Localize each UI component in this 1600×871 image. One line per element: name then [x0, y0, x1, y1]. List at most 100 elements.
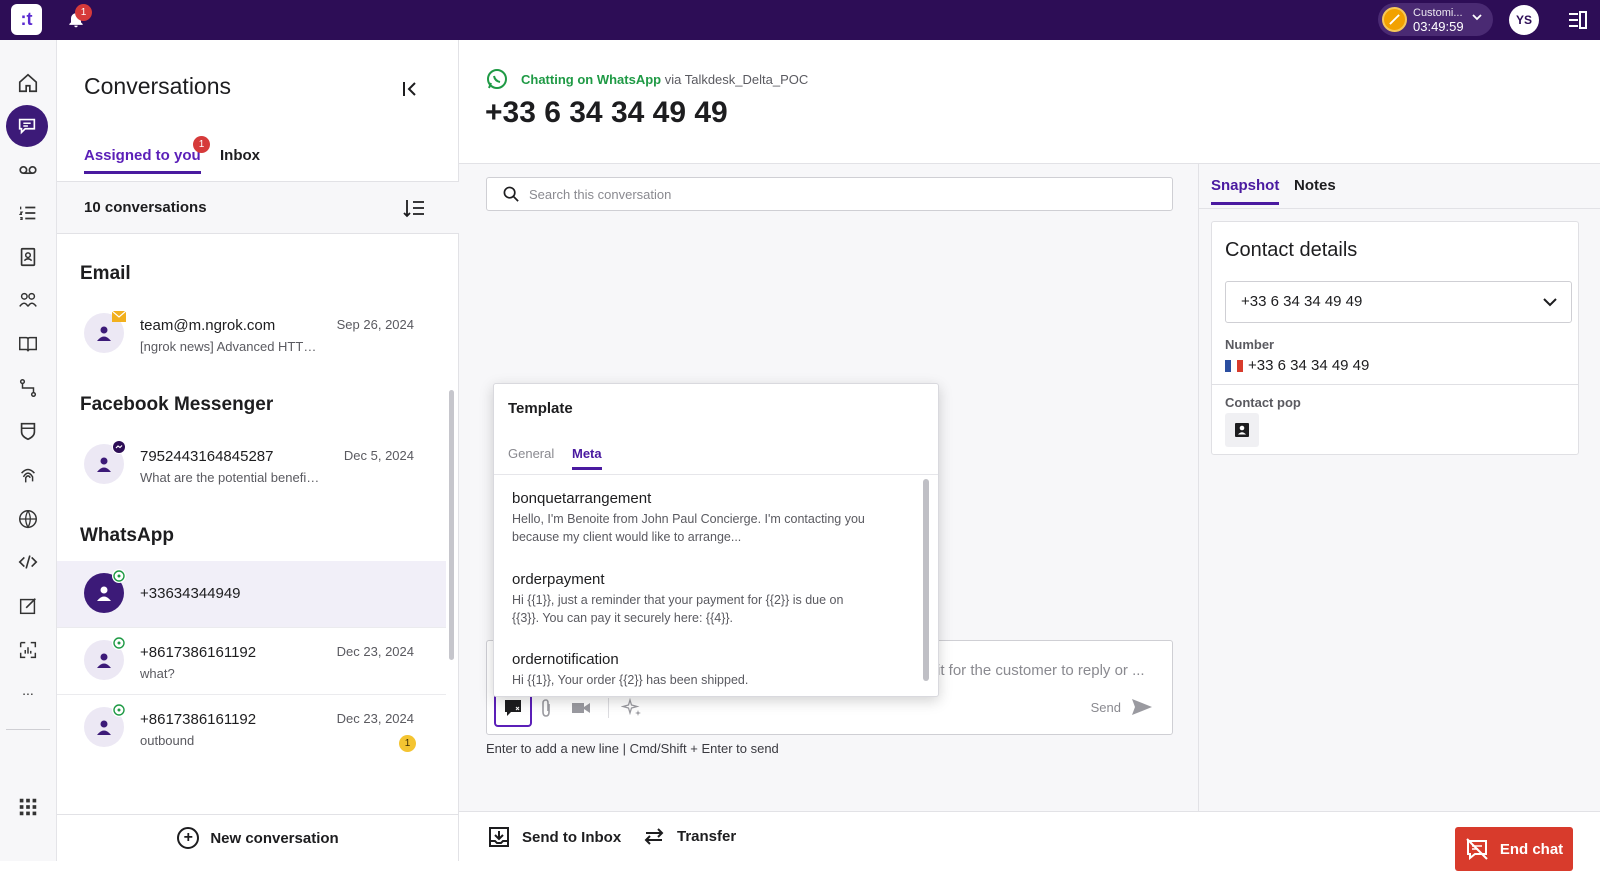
email-icon — [112, 309, 126, 323]
end-chat-icon — [1466, 838, 1488, 860]
contacts-icon[interactable] — [14, 243, 42, 271]
card-divider — [1212, 384, 1578, 385]
status-timer: 03:49:59 — [1413, 18, 1464, 34]
chevron-down-icon — [1543, 298, 1557, 307]
composer-placeholder: it for the customer to reply or ... — [937, 662, 1145, 679]
plus-circle-icon: + — [177, 827, 200, 849]
send-arrow-icon — [1132, 699, 1152, 715]
contact-pop-label: Contact pop — [1225, 395, 1301, 410]
tab-inbox[interactable]: Inbox — [220, 147, 260, 164]
section-facebook-messenger: Facebook Messenger — [80, 394, 274, 415]
voicemail-icon[interactable] — [14, 156, 42, 184]
right-panel: Snapshot Notes Contact details +33 6 34 … — [1198, 164, 1600, 811]
conversation-date: Dec 5, 2024 — [343, 448, 414, 463]
selected-contact: +33 6 34 34 49 49 — [1241, 293, 1363, 310]
top-bar: :t 1 Customi... 03:49:59 YS — [0, 0, 1600, 40]
send-to-inbox-label: Send to Inbox — [522, 828, 622, 846]
number-value: +33 6 34 34 49 49 — [1248, 357, 1370, 374]
panel-toggle-icon[interactable] — [1568, 10, 1588, 30]
template-item[interactable]: bonquetarrangement Hello, I'm Benoite fr… — [512, 490, 872, 546]
agent-status-dropdown[interactable]: Customi... 03:49:59 — [1378, 3, 1493, 36]
more-apps[interactable]: ... — [14, 676, 42, 704]
tab-snapshot[interactable]: Snapshot — [1211, 177, 1280, 205]
conversation-name: team@m.ngrok.com — [140, 317, 276, 334]
send-to-inbox-button[interactable]: Send to Inbox — [488, 826, 621, 848]
notification-badge: 1 — [75, 4, 92, 21]
template-description: Hi {{1}}, Your order {{2}} has been ship… — [512, 673, 749, 687]
template-description: Hi {{1}}, just a reminder that your paym… — [512, 593, 844, 625]
list-icon[interactable] — [14, 199, 42, 227]
new-conversation-button[interactable]: + New conversation — [57, 814, 459, 861]
app-grid-icon[interactable] — [14, 793, 42, 821]
whatsapp-icon — [112, 569, 126, 583]
user-avatar[interactable]: YS — [1509, 5, 1539, 35]
conversation-name: 7952443164845287 — [140, 448, 274, 465]
unread-badge: 1 — [399, 735, 416, 752]
new-conversation-label: New conversation — [210, 829, 339, 847]
sort-icon[interactable] — [403, 198, 425, 218]
transfer-button[interactable]: Transfer — [643, 826, 736, 846]
conversations-nav-icon[interactable] — [6, 105, 48, 147]
template-list-scrollbar[interactable] — [923, 479, 929, 681]
template-item[interactable]: ordernotification Hi {{1}}, Your order {… — [512, 651, 872, 689]
send-button[interactable]: Send — [1091, 698, 1153, 716]
conversation-preview: [ngrok news] Advanced HTTP... — [140, 339, 320, 354]
end-chat-button[interactable]: End chat — [1455, 827, 1573, 871]
conversation-item[interactable]: +8617386161192 what? Dec 23, 2024 — [57, 628, 446, 694]
home-icon[interactable] — [14, 69, 42, 97]
template-item[interactable]: orderpayment Hi {{1}}, just a reminder t… — [512, 571, 872, 627]
person-icon — [97, 720, 111, 735]
conversation-footer: Send to Inbox Transfer End chat — [459, 811, 1600, 871]
popup-title: Template — [508, 400, 573, 417]
fingerprint-icon[interactable] — [14, 461, 42, 489]
app-logo[interactable]: :t — [11, 4, 42, 35]
template-chat-icon — [505, 700, 521, 716]
tab-assigned-to-you[interactable]: Assigned to you — [84, 147, 201, 174]
left-navigation: ... — [0, 40, 57, 861]
conversation-count: 10 conversations — [84, 199, 207, 216]
tab-meta[interactable]: Meta — [572, 446, 602, 470]
shield-icon[interactable] — [14, 417, 42, 445]
conversation-item-selected[interactable]: +33634344949 — [57, 561, 446, 627]
video-camera-icon — [572, 703, 590, 713]
conversation-preview: what? — [140, 666, 175, 681]
edit-icon[interactable] — [14, 592, 42, 620]
contact-select-dropdown[interactable]: +33 6 34 34 49 49 — [1225, 281, 1572, 323]
section-email: Email — [80, 263, 131, 284]
paperclip-icon — [542, 699, 550, 717]
analytics-icon[interactable] — [14, 636, 42, 664]
tab-general[interactable]: General — [508, 446, 554, 461]
team-icon[interactable] — [14, 286, 42, 314]
conversation-date: Dec 23, 2024 — [336, 644, 414, 659]
conversation-name: +8617386161192 — [140, 711, 257, 728]
knowledge-book-icon[interactable] — [14, 330, 42, 358]
whatsapp-icon — [112, 703, 126, 717]
workflow-icon[interactable] — [14, 374, 42, 402]
conversation-preview: outbound — [140, 733, 195, 748]
transfer-arrows-icon — [644, 828, 664, 845]
conversation-item[interactable]: 7952443164845287 What are the potential … — [57, 432, 446, 498]
code-icon[interactable] — [14, 548, 42, 576]
panel-title: Conversations — [84, 73, 232, 99]
conversation-item[interactable]: +8617386161192 outbound Dec 23, 2024 1 — [57, 695, 446, 761]
search-placeholder: Search this conversation — [529, 187, 672, 202]
whatsapp-logo-icon — [487, 69, 507, 89]
nav-divider — [6, 729, 50, 730]
person-icon — [97, 457, 111, 472]
search-icon — [503, 186, 519, 202]
logo-text: :t — [20, 9, 33, 29]
globe-icon[interactable] — [14, 505, 42, 533]
conversation-name: +8617386161192 — [140, 644, 257, 661]
person-icon — [97, 326, 111, 341]
conversation-phone-title: +33 6 34 34 49 49 — [485, 96, 728, 129]
messenger-icon — [112, 440, 126, 454]
conversations-panel: Conversations Assigned to you 1 Inbox 10… — [57, 40, 459, 861]
collapse-panel-icon[interactable] — [399, 78, 421, 100]
conversation-list-scrollbar[interactable] — [449, 390, 454, 660]
number-label: Number — [1225, 337, 1275, 352]
conversation-search-input[interactable]: Search this conversation — [486, 177, 1173, 211]
contact-pop-button[interactable] — [1225, 413, 1259, 447]
inbox-download-icon — [489, 827, 509, 847]
tab-notes[interactable]: Notes — [1294, 177, 1336, 194]
conversation-item[interactable]: team@m.ngrok.com [ngrok news] Advanced H… — [57, 301, 446, 367]
